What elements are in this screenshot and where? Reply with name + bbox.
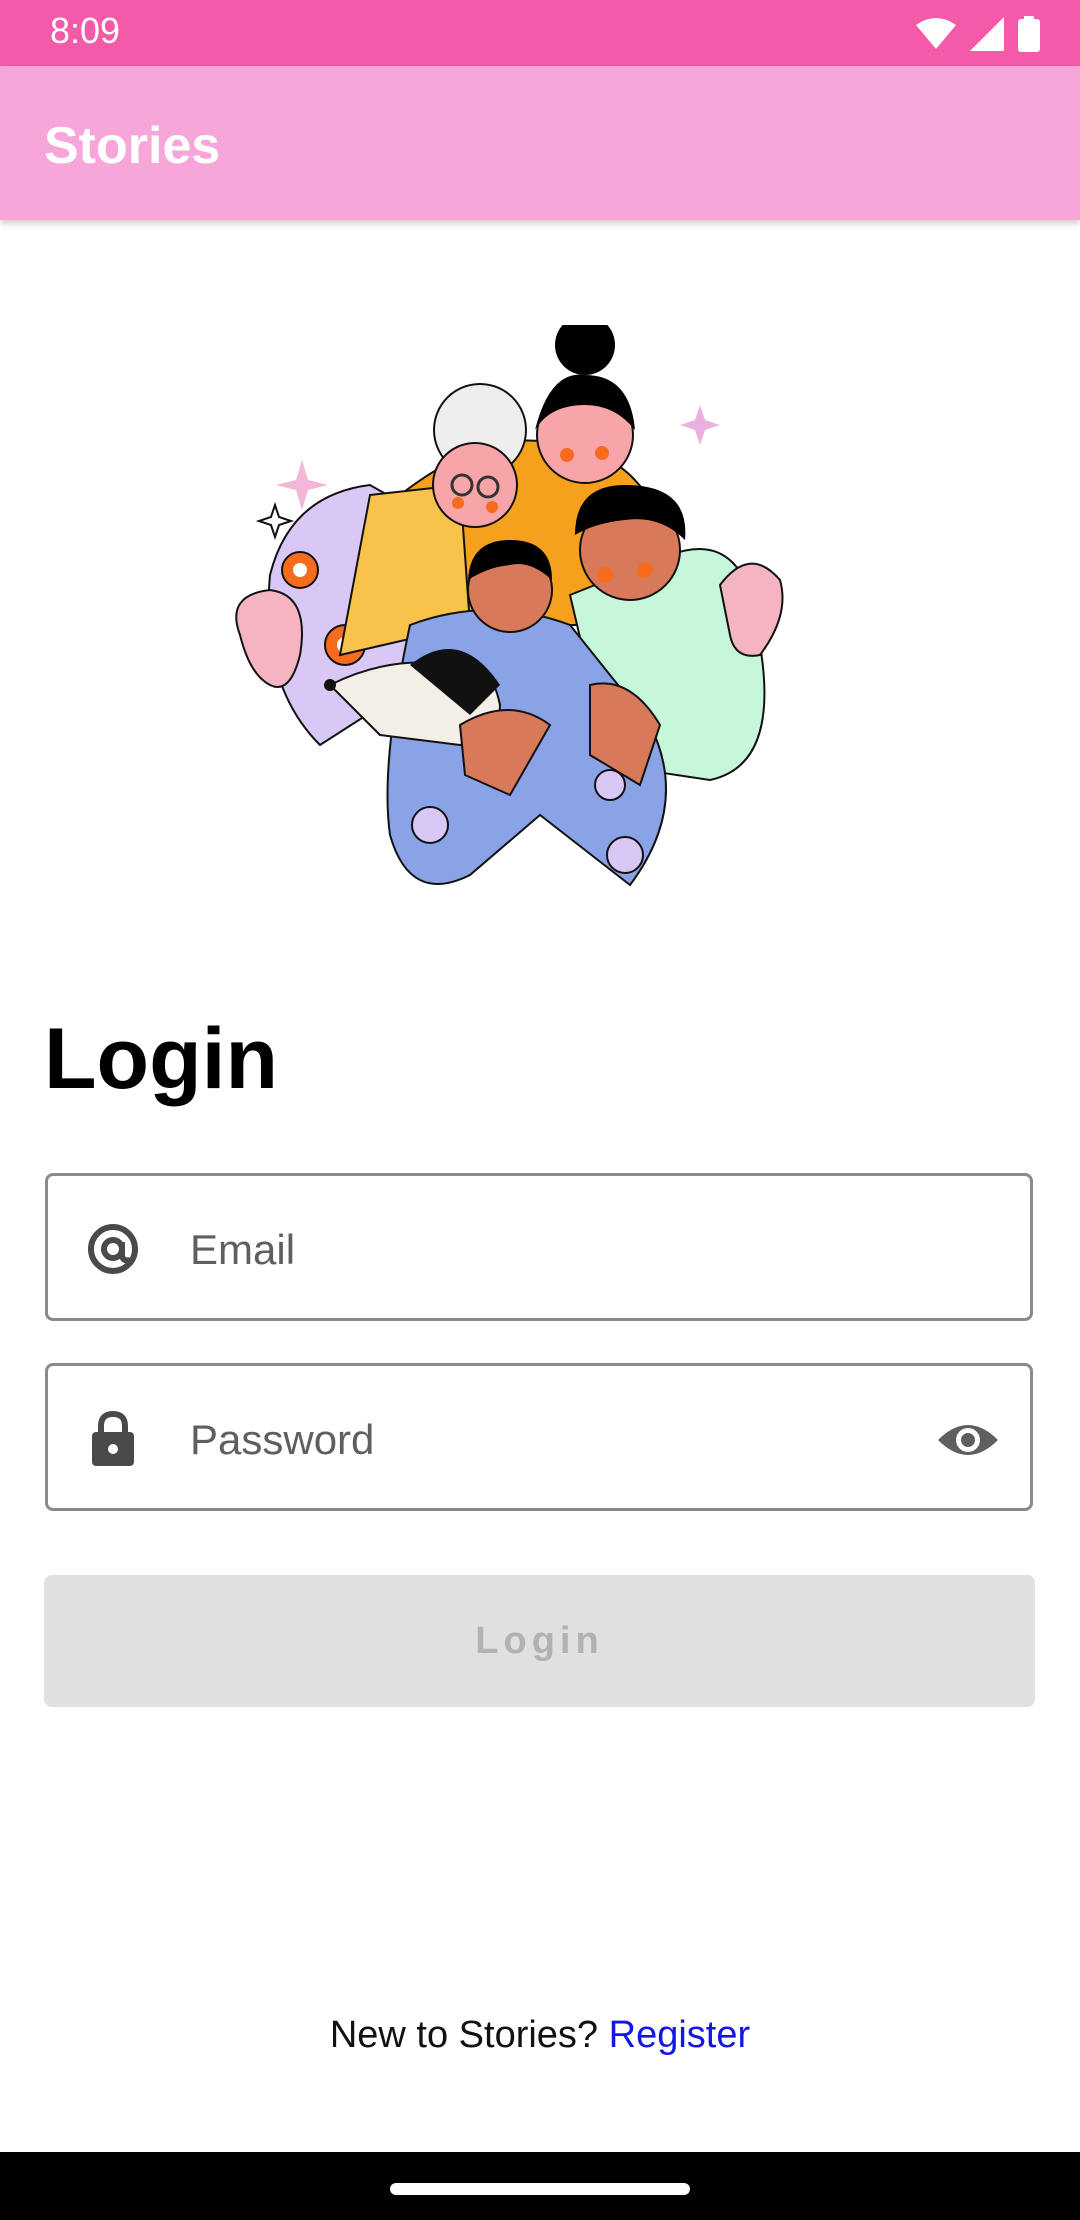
app-title: Stories [44,117,221,175]
lock-icon [92,1410,134,1466]
home-indicator[interactable] [390,2183,690,2195]
wifi-icon [916,18,956,49]
battery-icon [1018,16,1040,52]
at-sign-icon [88,1224,138,1274]
cellular-signal-icon [970,17,1004,51]
login-heading: Login [44,1011,279,1107]
status-bar: 8:09 [0,0,1080,66]
eye-icon[interactable] [936,1410,1000,1470]
email-input[interactable] [188,1206,952,1294]
register-link[interactable]: Register [609,2014,751,2056]
status-icons [916,14,1040,54]
register-prompt-text: New to Stories? [329,2014,599,2056]
register-prompt: New to Stories? Register [0,2014,1080,2057]
password-field[interactable] [45,1363,1033,1511]
app-bar: Stories [0,66,1080,220]
email-field[interactable] [45,1173,1033,1321]
family-hug-illustration [235,325,784,887]
login-button[interactable]: Login [44,1575,1035,1707]
password-input[interactable] [188,1396,952,1484]
status-time: 8:09 [50,10,121,51]
